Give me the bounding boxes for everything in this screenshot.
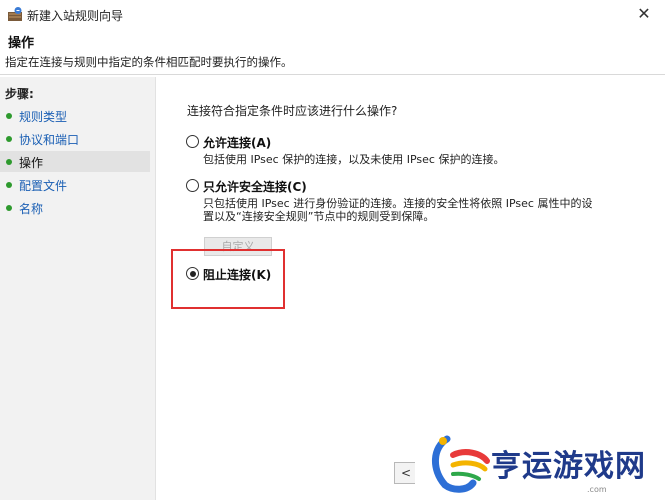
sidebar-item-name[interactable]: 名称: [0, 197, 150, 218]
watermark-domain: .com: [587, 485, 607, 494]
allow-connection-label[interactable]: 允许连接(A): [203, 134, 271, 151]
sidebar-item-label: 配置文件: [19, 179, 68, 193]
page-header: 操作 指定在连接与规则中指定的条件相匹配时要执行的操作。: [0, 28, 665, 75]
sidebar-item-action[interactable]: 操作: [0, 151, 150, 172]
allow-secure-description-line1: 只包括使用 IPsec 进行身份验证的连接。连接的安全性将依照 IPsec 属性…: [203, 197, 593, 210]
watermark: 亨运游戏网 .com: [415, 427, 665, 500]
close-button[interactable]: ✕: [633, 4, 655, 24]
sidebar-item-label: 操作: [19, 156, 44, 170]
step-bullet-icon: [6, 159, 12, 165]
allow-secure-radio[interactable]: [186, 179, 199, 192]
sidebar-item-rule-type[interactable]: 规则类型: [0, 105, 150, 126]
title-bar: 新建入站规则向导 ✕: [0, 0, 665, 28]
step-bullet-icon: [6, 205, 12, 211]
step-bullet-icon: [6, 182, 12, 188]
sidebar-item-protocol-port[interactable]: 协议和端口: [0, 128, 150, 149]
step-bullet-icon: [6, 136, 12, 142]
sidebar-item-label: 名称: [19, 202, 44, 216]
steps-sidebar: 步骤: 规则类型 协议和端口 操作 配置文件 名称: [0, 77, 156, 500]
sidebar-item-profile[interactable]: 配置文件: [0, 174, 150, 195]
sidebar-item-label: 规则类型: [19, 110, 68, 124]
window-title: 新建入站规则向导: [27, 9, 124, 23]
page-description: 指定在连接与规则中指定的条件相匹配时要执行的操作。: [5, 55, 293, 69]
allow-secure-description-line2: 置以及“连接安全规则”节点中的规则受到保障。: [203, 210, 435, 223]
highlight-annotation-box: [171, 249, 285, 309]
sidebar-item-label: 协议和端口: [19, 133, 80, 147]
steps-title: 步骤:: [5, 87, 34, 101]
firewall-app-icon: [8, 7, 22, 21]
step-bullet-icon: [6, 113, 12, 119]
watermark-logo-icon: [432, 435, 490, 493]
allow-connection-radio[interactable]: [186, 135, 199, 148]
allow-connection-description: 包括使用 IPsec 保护的连接，以及未使用 IPsec 保护的连接。: [203, 153, 505, 166]
watermark-text: 亨运游戏网: [491, 449, 646, 484]
allow-secure-label[interactable]: 只允许安全连接(C): [203, 178, 307, 195]
action-question: 连接符合指定条件时应该进行什么操作?: [187, 104, 398, 118]
page-title: 操作: [8, 36, 35, 51]
